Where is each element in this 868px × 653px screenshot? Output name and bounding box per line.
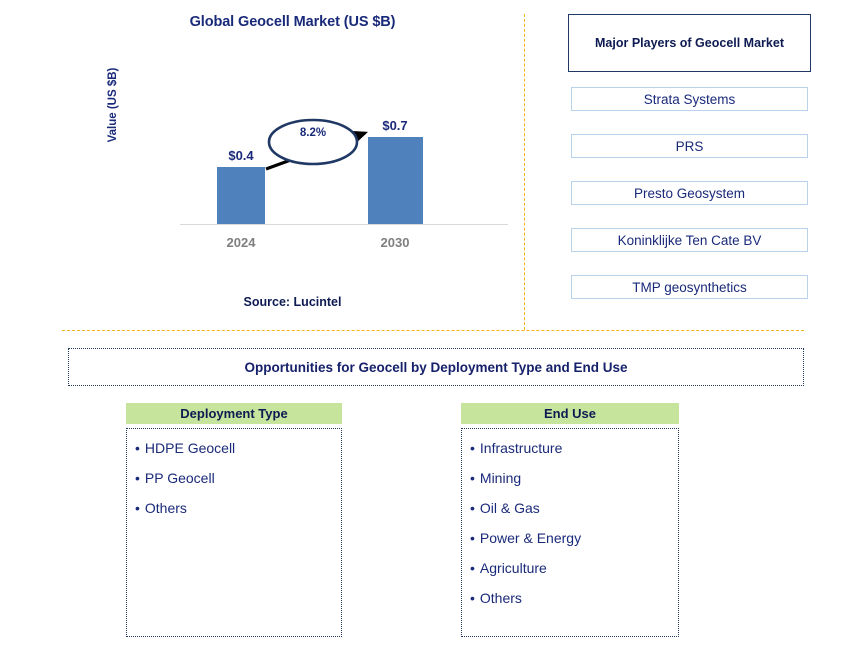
x-tick-label-2030: 2030: [380, 235, 410, 250]
list-item: • Power & Energy: [470, 531, 678, 545]
end-use-header: End Use: [461, 403, 679, 424]
horizontal-divider: [62, 330, 804, 331]
bar-2024: [217, 166, 265, 224]
bullet-icon: •: [135, 440, 140, 456]
player-box-3[interactable]: Presto Geosystem: [571, 181, 808, 205]
list-item-label: Oil & Gas: [479, 500, 540, 516]
list-item-label: HDPE Geocell: [144, 440, 236, 456]
bullet-icon: •: [470, 470, 475, 486]
vertical-divider: [524, 14, 525, 330]
opportunities-banner: Opportunities for Geocell by Deployment …: [68, 348, 804, 386]
chart-plot-area: Value (US $B) $0.4 $0.7 2024 2030 8.2%: [107, 68, 508, 250]
player-box-2[interactable]: PRS: [571, 134, 808, 158]
bar-2030: [368, 136, 423, 224]
list-item: • Oil & Gas: [470, 501, 678, 515]
end-use-list: • Infrastructure • Mining • Oil & Gas • Powe…: [461, 428, 679, 637]
bullet-icon: •: [470, 530, 475, 546]
player-label: Presto Geosystem: [633, 185, 746, 201]
list-item-label: PP Geocell: [144, 470, 215, 486]
list-item: • Others: [135, 501, 341, 515]
list-item-label: Agriculture: [479, 560, 547, 576]
bullet-icon: •: [470, 560, 475, 576]
source-note: Source: Lucintel: [243, 295, 342, 309]
bullet-icon: •: [470, 440, 475, 456]
list-item-label: Infrastructure: [479, 440, 563, 456]
player-box-5[interactable]: TMP geosynthetics: [571, 275, 808, 299]
x-axis-line: [180, 223, 508, 225]
bar-value-2030: $0.7: [382, 118, 408, 133]
list-item: • HDPE Geocell: [135, 441, 341, 455]
major-players-header: Major Players of Geocell Market: [568, 14, 811, 72]
x-tick-label-2024: 2024: [226, 235, 256, 250]
list-item-label: Others: [479, 590, 522, 606]
list-item: • Agriculture: [470, 561, 678, 575]
bar-value-2024: $0.4: [228, 148, 254, 163]
bullet-icon: •: [470, 500, 475, 516]
player-box-1[interactable]: Strata Systems: [571, 87, 808, 111]
market-chart-panel: Global Geocell Market (US $B) Value (US …: [60, 0, 525, 330]
bullet-icon: •: [135, 470, 140, 486]
bullet-icon: •: [470, 590, 475, 606]
list-item: • PP Geocell: [135, 471, 341, 485]
list-item: • Others: [470, 591, 678, 605]
player-label: PRS: [675, 138, 704, 154]
player-box-4[interactable]: Koninklijke Ten Cate BV: [571, 228, 808, 252]
list-item: • Infrastructure: [470, 441, 678, 455]
list-item-label: Others: [144, 500, 187, 516]
y-axis-label: Value (US $B): [107, 67, 119, 143]
player-label: TMP geosynthetics: [632, 279, 747, 295]
cagr-value-label: 8.2%: [299, 127, 327, 139]
deployment-type-header: Deployment Type: [126, 403, 342, 424]
list-item-label: Power & Energy: [479, 530, 582, 546]
deployment-type-list: • HDPE Geocell • PP Geocell • Others: [126, 428, 342, 637]
bullet-icon: •: [135, 500, 140, 516]
chart-title: Global Geocell Market (US $B): [189, 14, 396, 30]
player-label: Koninklijke Ten Cate BV: [617, 232, 762, 248]
list-item: • Mining: [470, 471, 678, 485]
list-item-label: Mining: [479, 470, 522, 486]
player-label: Strata Systems: [643, 91, 736, 107]
